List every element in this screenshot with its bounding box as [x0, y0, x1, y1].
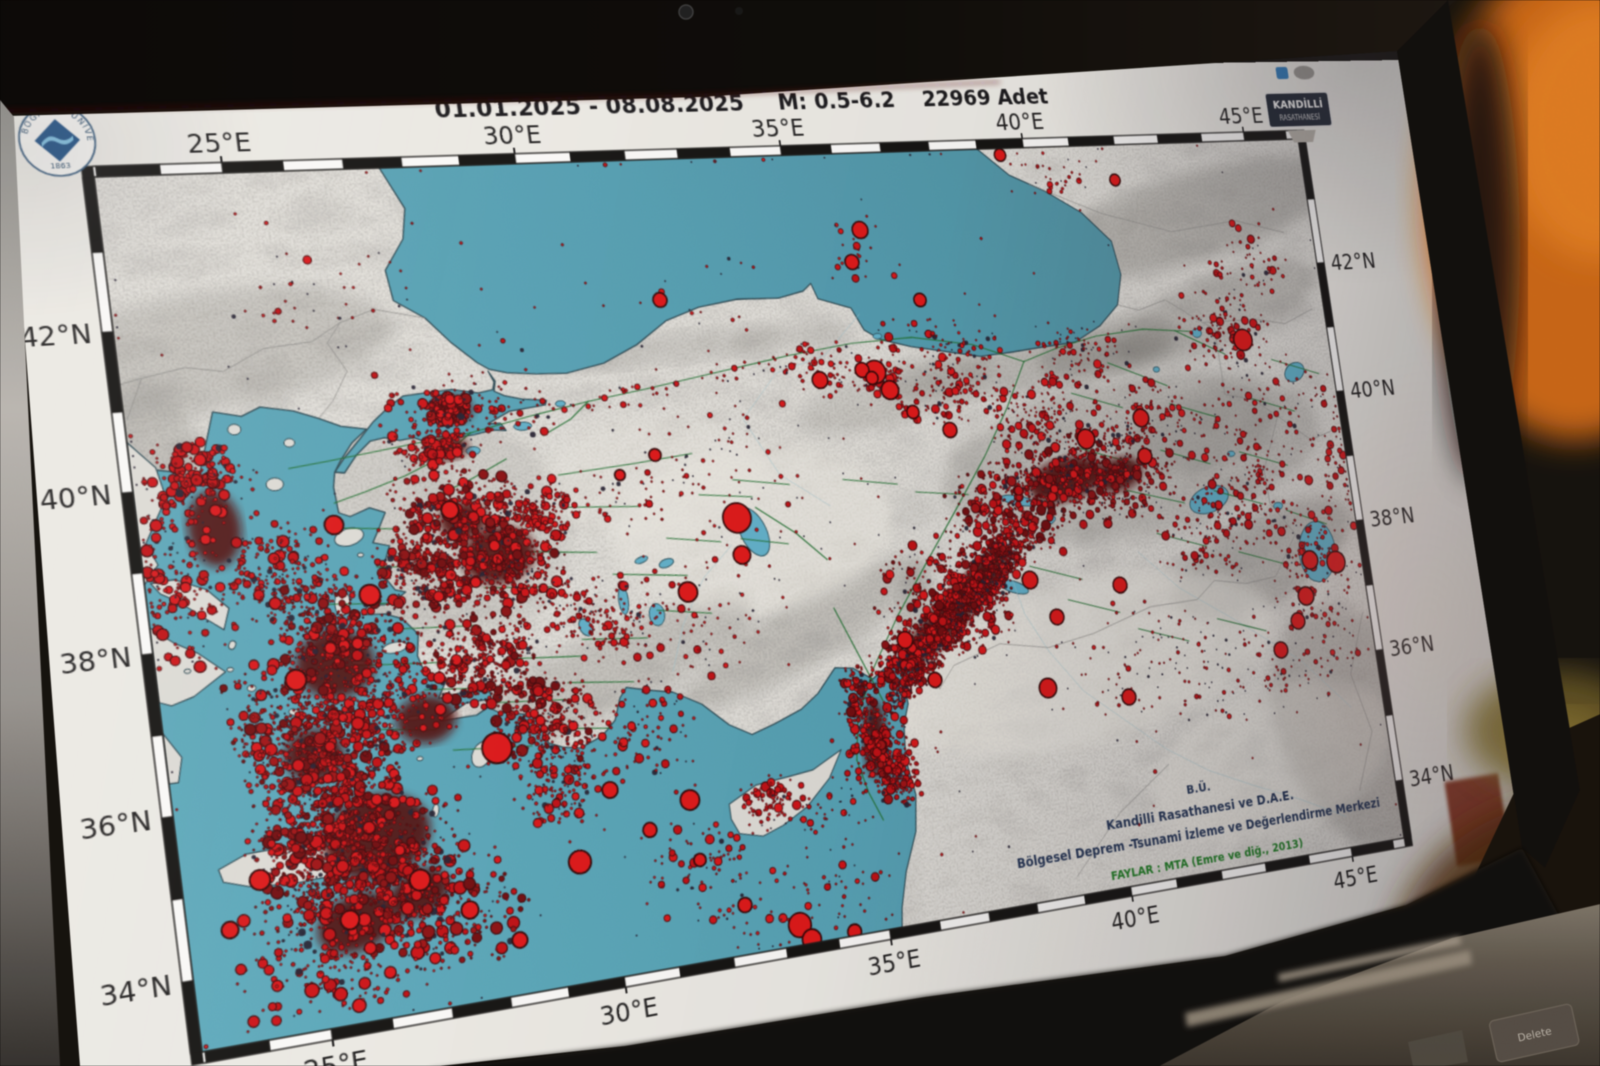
photo-of-laptop-screen: B.Ü.Kandilli Rasathanesi ve D.A.E.Bölges…	[0, 0, 1600, 1066]
